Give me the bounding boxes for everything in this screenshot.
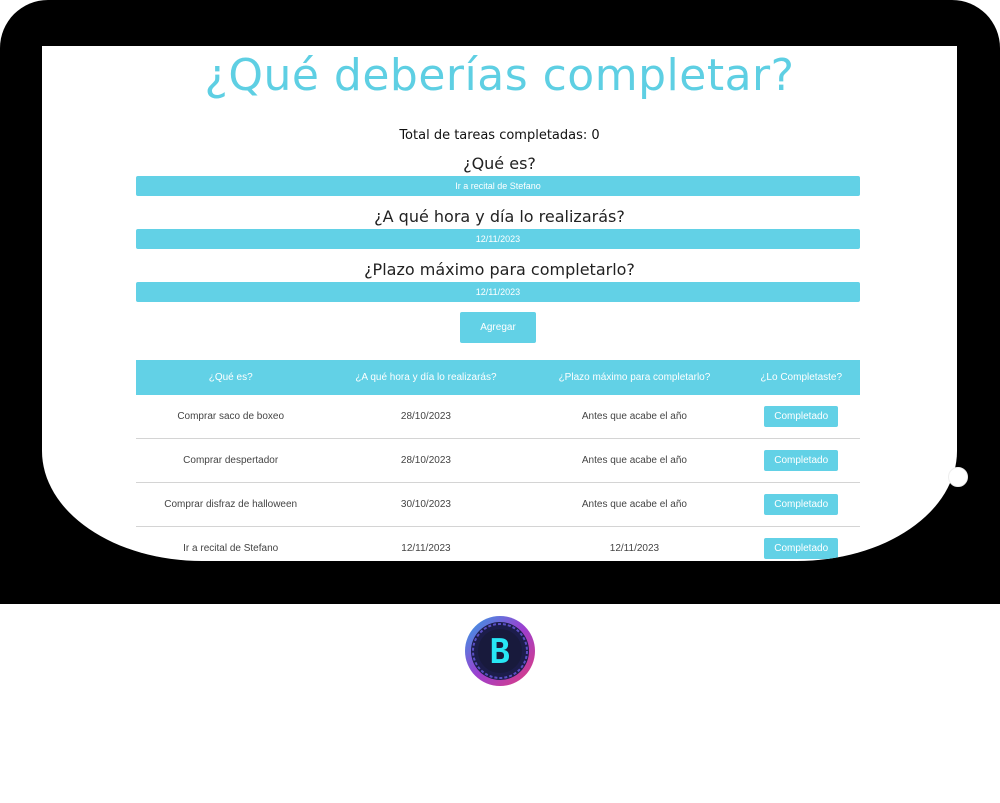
table-header-row: ¿Qué es? ¿A qué hora y día lo realizarás…	[136, 360, 860, 395]
cell-when: 30/10/2023	[325, 482, 527, 527]
header-what: ¿Qué es?	[136, 360, 326, 395]
cell-action: Completado	[742, 438, 860, 483]
completed-button[interactable]: Completado	[764, 494, 839, 515]
tasks-table: ¿Qué es? ¿A qué hora y día lo realizarás…	[136, 360, 860, 561]
deadline-label: ¿Plazo máximo para completarlo?	[364, 260, 635, 279]
monitor-bezel: ¿Qué deberías completar? Total de tareas…	[0, 0, 1000, 604]
app-screen: ¿Qué deberías completar? Total de tareas…	[42, 46, 957, 561]
cell-action: Completado	[742, 526, 860, 561]
cell-what: Comprar saco de boxeo	[136, 395, 326, 439]
table-row: Comprar saco de boxeo 28/10/2023 Antes q…	[136, 395, 860, 439]
cell-what: Comprar despertador	[136, 438, 326, 483]
cell-deadline: Antes que acabe el año	[526, 482, 743, 527]
table-row: Comprar disfraz de halloween 30/10/2023 …	[136, 482, 860, 527]
cell-action: Completado	[742, 482, 860, 527]
cell-action: Completado	[742, 395, 860, 439]
page-title: ¿Qué deberías completar?	[204, 50, 795, 101]
table-row: Comprar despertador 28/10/2023 Antes que…	[136, 438, 860, 483]
cell-deadline: Antes que acabe el año	[526, 438, 743, 483]
completed-button[interactable]: Completado	[764, 538, 839, 559]
when-label: ¿A qué hora y día lo realizarás?	[374, 207, 625, 226]
cell-what: Ir a recital de Stefano	[136, 526, 326, 561]
side-widget-icon[interactable]	[948, 467, 968, 487]
cell-when: 28/10/2023	[325, 438, 527, 483]
completed-button[interactable]: Completado	[764, 406, 839, 427]
cell-deadline: 12/11/2023	[526, 526, 743, 561]
cell-deadline: Antes que acabe el año	[526, 395, 743, 439]
table-row: Ir a recital de Stefano 12/11/2023 12/11…	[136, 526, 860, 561]
cell-when: 12/11/2023	[325, 526, 527, 561]
when-input[interactable]	[136, 229, 860, 249]
total-completed: Total de tareas completadas: 0	[399, 128, 600, 143]
brand-logo-icon: B	[464, 615, 536, 687]
deadline-input[interactable]	[136, 282, 860, 302]
cell-when: 28/10/2023	[325, 395, 527, 439]
header-deadline: ¿Plazo máximo para completarlo?	[526, 360, 743, 395]
completed-button[interactable]: Completado	[764, 450, 839, 471]
what-label: ¿Qué es?	[463, 154, 536, 173]
header-completed: ¿Lo Completaste?	[742, 360, 860, 395]
header-when: ¿A qué hora y día lo realizarás?	[325, 360, 527, 395]
add-button[interactable]: Agregar	[460, 312, 536, 343]
svg-text:B: B	[490, 632, 510, 672]
what-input[interactable]	[136, 176, 860, 196]
cell-what: Comprar disfraz de halloween	[136, 482, 326, 527]
